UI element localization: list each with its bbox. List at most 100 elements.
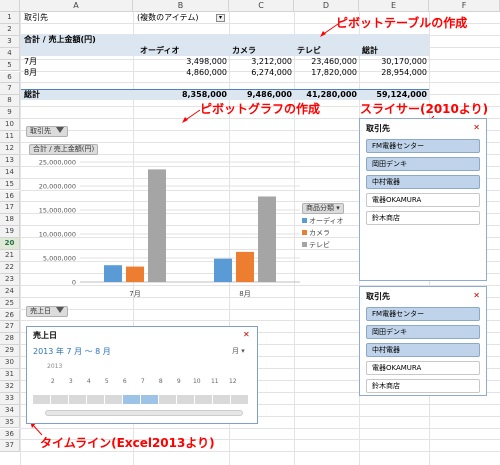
chart-filter-button[interactable]: 取引先: [26, 126, 69, 137]
pivot-cell[interactable]: 3,212,000: [229, 56, 292, 67]
pivot-total-cell[interactable]: 59,124,000: [359, 89, 427, 100]
row-header[interactable]: 23: [0, 273, 20, 286]
timeline-scrollbar[interactable]: [45, 410, 243, 416]
timeline-month-label: 7: [140, 378, 145, 385]
row-header[interactable]: 36: [0, 428, 20, 441]
timeline-panel[interactable]: 売上日 ✕ 2013 年 7 月 ～ 8 月 月 ▾ 2013 2 3 4 5 6 7 8 9…: [26, 326, 258, 424]
row-header[interactable]: 10: [0, 119, 20, 131]
timeline-period[interactable]: [51, 395, 68, 404]
row-header[interactable]: 12: [0, 142, 20, 155]
slicer-item[interactable]: 中村電器: [366, 343, 480, 357]
row-header[interactable]: 1: [0, 12, 20, 24]
row-header[interactable]: 17: [0, 202, 20, 215]
timeline-period[interactable]: [123, 395, 140, 404]
column-header-f[interactable]: F: [429, 0, 500, 12]
pivot-cell[interactable]: 28,954,000: [359, 67, 427, 78]
slicer-item[interactable]: FM電器センター: [366, 139, 480, 153]
pivot-total-cell[interactable]: 9,486,000: [229, 89, 292, 100]
timeline-period[interactable]: [87, 395, 104, 404]
row-header[interactable]: 22: [0, 261, 20, 274]
row-header[interactable]: 2: [0, 23, 20, 36]
row-header[interactable]: 37: [0, 440, 20, 453]
pivot-cell[interactable]: 17,820,000: [294, 67, 357, 78]
bar-オーディオ[interactable]: [214, 258, 232, 282]
bar-カメラ[interactable]: [126, 266, 144, 282]
gridline: [20, 427, 500, 429]
bar-カメラ[interactable]: [236, 251, 254, 282]
row-header[interactable]: 26: [0, 309, 20, 322]
timeline-period[interactable]: [213, 395, 230, 404]
row-header[interactable]: 20: [0, 238, 20, 250]
row-header[interactable]: 15: [0, 178, 20, 191]
clear-filter-icon[interactable]: ✕: [473, 123, 480, 132]
row-header[interactable]: 19: [0, 226, 20, 239]
timeline-month-label: 9: [176, 378, 181, 385]
row-header[interactable]: 27: [0, 321, 20, 334]
corner-cell[interactable]: [0, 0, 20, 12]
pivot-cell[interactable]: 30,170,000: [359, 56, 427, 67]
slicer-item[interactable]: 岡田デンキ: [366, 157, 480, 171]
legend-filter-button[interactable]: 商品分類 ▾: [302, 203, 344, 214]
pivot-total-cell[interactable]: 41,280,000: [294, 89, 357, 100]
row-header[interactable]: 6: [0, 71, 20, 84]
slicer-item[interactable]: 鈴木商店: [366, 379, 480, 393]
slicer-item[interactable]: 中村電器: [366, 175, 480, 189]
row-header[interactable]: 35: [0, 416, 20, 429]
bar-テレビ[interactable]: [258, 196, 276, 282]
row-header[interactable]: 33: [0, 392, 20, 405]
slicer-item[interactable]: FM電器センター: [366, 307, 480, 321]
row-header[interactable]: 7: [0, 83, 20, 96]
timeline-period[interactable]: [231, 395, 248, 404]
filter-icon[interactable]: ▾: [216, 14, 225, 22]
timeline-range: 2013 年 7 月 ～ 8 月: [33, 347, 111, 356]
slicer-item[interactable]: 電器OKAMURA: [366, 193, 480, 207]
row-header[interactable]: 34: [0, 404, 20, 417]
row-header[interactable]: 3: [0, 35, 20, 48]
slicer-panel[interactable]: 取引先 ✕ FM電器センター 岡田デンキ 中村電器 電器OKAMURA 鈴木商店: [359, 286, 487, 396]
bar-オーディオ[interactable]: [104, 265, 122, 282]
slicer-item[interactable]: 岡田デンキ: [366, 325, 480, 339]
pivot-cell[interactable]: 4,860,000: [133, 67, 227, 78]
row-header[interactable]: 5: [0, 59, 20, 72]
bar-テレビ[interactable]: [148, 169, 166, 282]
timeline-period[interactable]: [195, 395, 212, 404]
pivot-cell[interactable]: 23,460,000: [294, 56, 357, 67]
timeline-period[interactable]: [69, 395, 86, 404]
row-header[interactable]: 18: [0, 214, 20, 227]
timeline-period[interactable]: [33, 395, 50, 404]
row-header[interactable]: 30: [0, 357, 20, 369]
pivot-filter-value[interactable]: (複数のアイテム): [137, 12, 198, 23]
clear-filter-icon[interactable]: ✕: [473, 291, 480, 300]
clear-filter-icon[interactable]: ✕: [243, 330, 250, 339]
column-header-e[interactable]: E: [359, 0, 429, 12]
timeline-period[interactable]: [177, 395, 194, 404]
slicer-item[interactable]: 鈴木商店: [366, 211, 480, 225]
row-header[interactable]: 32: [0, 380, 20, 393]
row-header[interactable]: 4: [0, 47, 20, 60]
column-header-c[interactable]: C: [229, 0, 294, 12]
row-header[interactable]: 16: [0, 190, 20, 203]
row-header[interactable]: 29: [0, 345, 20, 358]
row-header[interactable]: 13: [0, 154, 20, 167]
slicer-item[interactable]: 電器OKAMURA: [366, 361, 480, 375]
column-header-b[interactable]: B: [133, 0, 229, 12]
timeline-period[interactable]: [105, 395, 122, 404]
column-header-a[interactable]: A: [20, 0, 133, 12]
row-header[interactable]: 28: [0, 333, 20, 346]
slicer-panel[interactable]: 取引先 ✕ FM電器センター 岡田デンキ 中村電器 電器OKAMURA 鈴木商店: [359, 118, 487, 281]
pivot-total-cell[interactable]: 8,358,000: [133, 89, 227, 100]
timeline-period[interactable]: [159, 395, 176, 404]
row-header[interactable]: 8: [0, 95, 20, 108]
row-header[interactable]: 31: [0, 369, 20, 381]
row-header[interactable]: 25: [0, 297, 20, 310]
column-header-d[interactable]: D: [294, 0, 359, 12]
row-header[interactable]: 21: [0, 250, 20, 262]
row-header[interactable]: 11: [0, 131, 20, 143]
row-header[interactable]: 9: [0, 107, 20, 120]
timeline-period[interactable]: [141, 395, 158, 404]
row-header[interactable]: 14: [0, 166, 20, 179]
timeline-unit-selector[interactable]: 月 ▾: [232, 346, 245, 356]
pivot-cell[interactable]: 6,274,000: [229, 67, 292, 78]
pivot-cell[interactable]: 3,498,000: [133, 56, 227, 67]
row-header[interactable]: 24: [0, 285, 20, 298]
